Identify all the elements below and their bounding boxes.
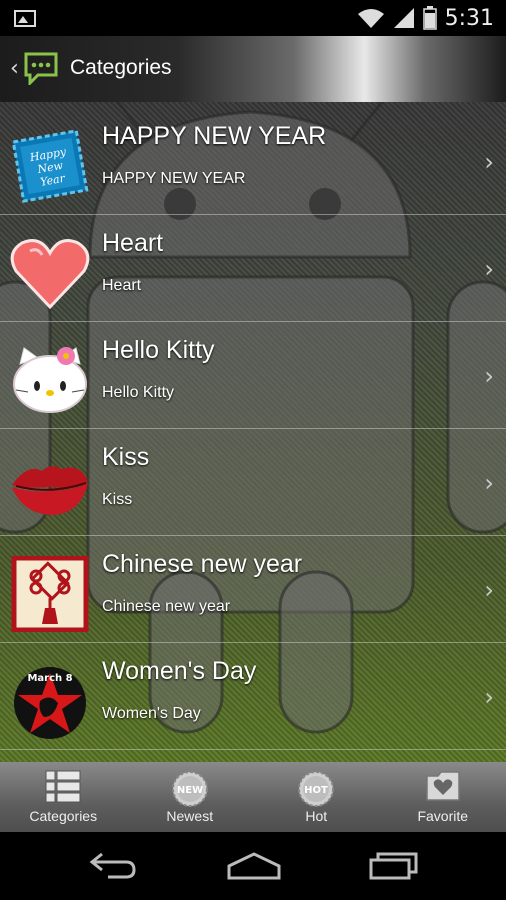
chevron-right-icon: › xyxy=(484,576,494,604)
lips-icon xyxy=(12,466,88,515)
wifi-icon xyxy=(357,9,384,28)
chevron-right-icon: › xyxy=(484,255,494,283)
image-icon xyxy=(14,10,36,27)
home-icon[interactable] xyxy=(226,850,282,880)
march-8-star-icon: March 8 xyxy=(14,667,86,739)
svg-text:HOT: HOT xyxy=(304,785,328,796)
list-item-chinese-new-year[interactable]: Chinese new year Chinese new year › xyxy=(0,536,506,643)
tab-label: Hot xyxy=(305,808,328,824)
chat-bubble-icon[interactable] xyxy=(24,51,58,85)
recents-icon[interactable] xyxy=(368,850,420,880)
tab-label: Newest xyxy=(166,808,214,824)
hot-badge-icon: HOT xyxy=(298,771,335,807)
list-item-womens-day[interactable]: March 8 Women's Day Women's Day › xyxy=(0,643,506,750)
status-icons: 5:31 xyxy=(357,0,494,36)
happy-new-year-stamp-icon: Happy New Year xyxy=(11,129,89,203)
back-icon[interactable] xyxy=(88,850,138,880)
favorite-folder-icon xyxy=(426,771,460,801)
chinese-knot-icon xyxy=(11,556,89,632)
svg-text:March 8: March 8 xyxy=(27,673,72,684)
signal-icon xyxy=(393,8,414,28)
chevron-right-icon: › xyxy=(484,148,494,176)
bottom-tab-bar: Categories NEW Newest HOT Hot Favorite xyxy=(0,762,506,832)
category-list[interactable]: Happy New Year HAPPY NEW YEAR HAPPY NEW … xyxy=(0,102,506,762)
clock: 5:31 xyxy=(444,5,494,31)
item-subtitle: Hello Kitty xyxy=(102,384,175,401)
list-item-hello-kitty[interactable]: Hello Kitty Hello Kitty › xyxy=(0,322,506,429)
new-badge-icon: NEW xyxy=(171,771,208,807)
chevron-right-icon: › xyxy=(484,683,494,711)
item-subtitle: Women's Day xyxy=(102,705,201,722)
item-subtitle: HAPPY NEW YEAR xyxy=(102,170,246,187)
tab-label: Categories xyxy=(29,808,98,824)
battery-icon xyxy=(422,6,437,30)
page-title: Categories xyxy=(70,56,172,79)
tab-hot[interactable]: HOT Hot xyxy=(253,762,380,832)
item-title: Hello Kitty xyxy=(102,336,215,364)
tab-newest[interactable]: NEW Newest xyxy=(127,762,254,832)
tab-label: Favorite xyxy=(417,808,469,824)
tab-categories[interactable]: Categories xyxy=(0,762,127,832)
action-bar: ‹ Categories xyxy=(0,36,506,104)
list-item-happy-new-year[interactable]: Happy New Year HAPPY NEW YEAR HAPPY NEW … xyxy=(0,108,506,215)
hello-kitty-icon xyxy=(13,347,87,413)
item-subtitle: Kiss xyxy=(102,491,133,508)
item-title: Heart xyxy=(102,229,164,257)
item-title: Kiss xyxy=(102,443,150,471)
heart-icon xyxy=(10,239,90,310)
list-item-heart[interactable]: Heart Heart › xyxy=(0,215,506,322)
item-title: Chinese new year xyxy=(102,550,303,578)
list-icon xyxy=(45,770,81,803)
back-chevron-icon[interactable]: ‹ xyxy=(10,56,19,81)
system-nav-bar xyxy=(0,832,506,900)
chevron-right-icon: › xyxy=(484,469,494,497)
item-title: HAPPY NEW YEAR xyxy=(102,122,327,150)
item-subtitle: Chinese new year xyxy=(102,598,231,615)
list-item-kiss[interactable]: Kiss Kiss › xyxy=(0,429,506,536)
tab-favorite[interactable]: Favorite xyxy=(380,762,506,832)
item-title: Women's Day xyxy=(102,657,257,685)
item-subtitle: Heart xyxy=(102,277,142,294)
svg-text:NEW: NEW xyxy=(177,785,203,796)
status-bar: 5:31 xyxy=(0,0,506,36)
chevron-right-icon: › xyxy=(484,362,494,390)
